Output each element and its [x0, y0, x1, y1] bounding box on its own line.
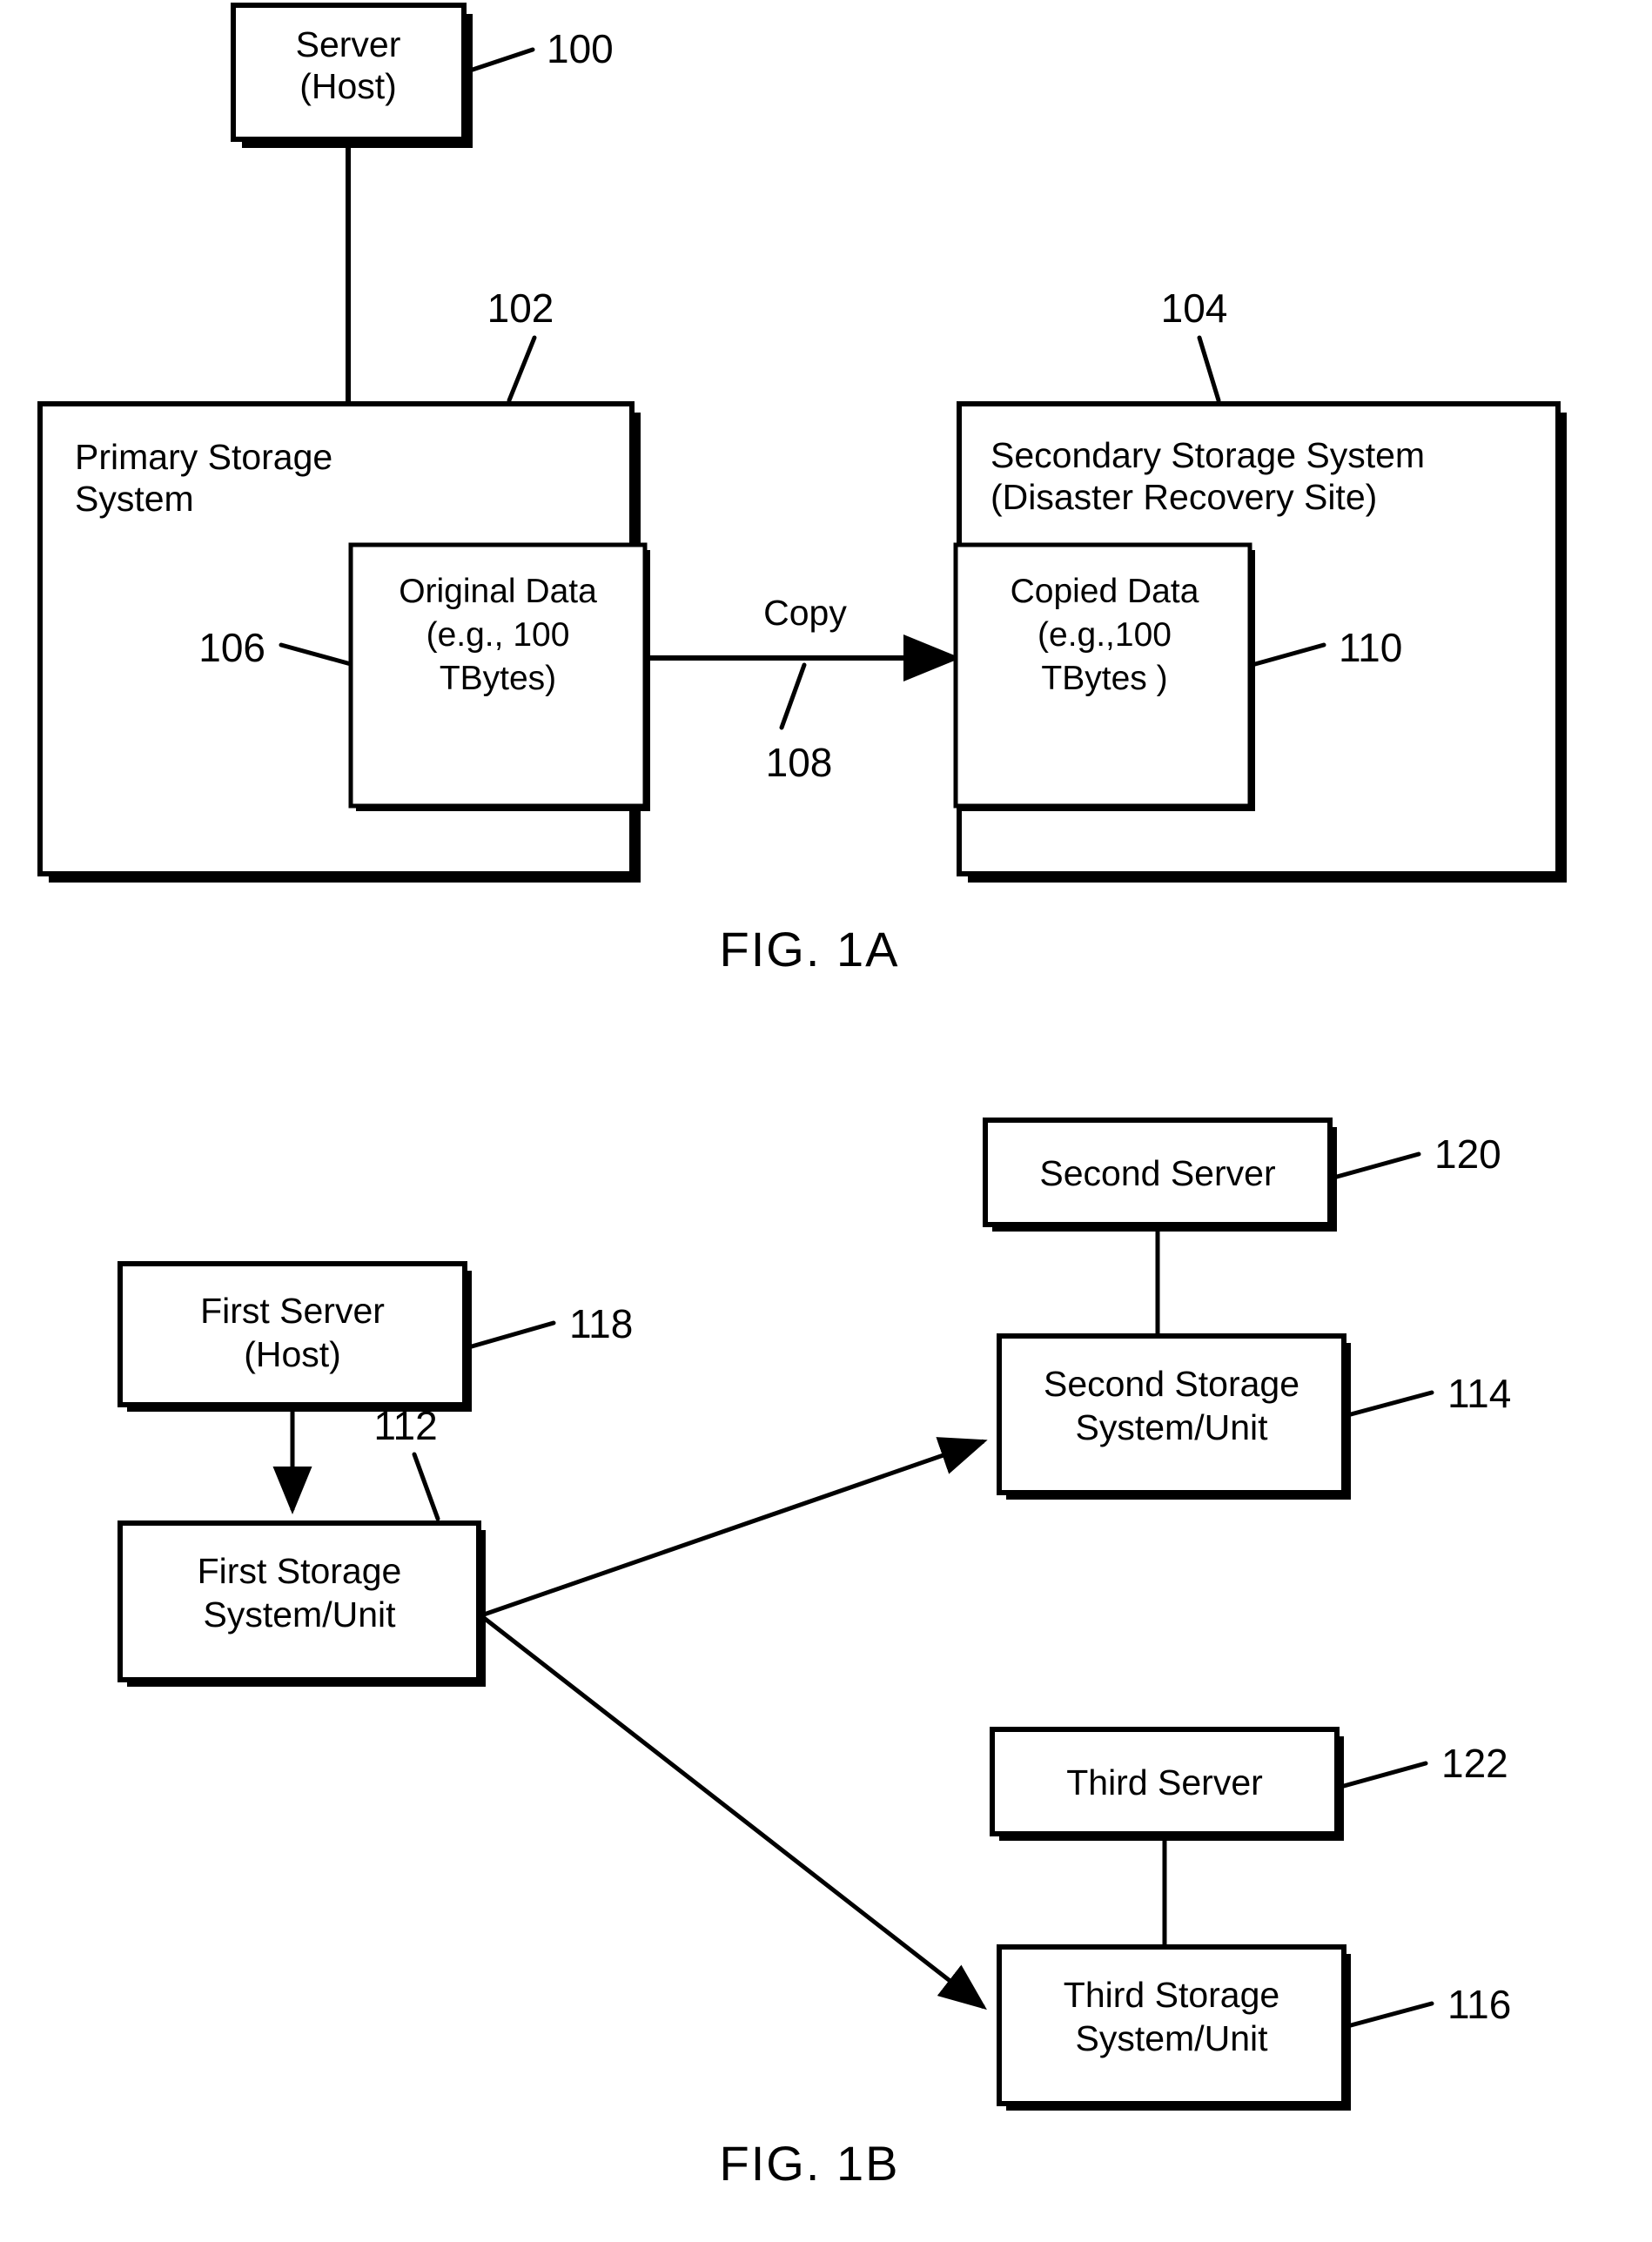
connector-first-to-second-storage: [483, 1437, 988, 1617]
ref-number-112: 112: [373, 1403, 437, 1448]
node-copied-data-line2: (e.g.,100: [1038, 616, 1172, 654]
node-second-storage-line1: Second Storage: [1044, 1364, 1299, 1404]
node-third-storage-line2: System/Unit: [1076, 2018, 1269, 2058]
leader-line-112: [412, 1452, 440, 1521]
node-copied-data-line1: Copied Data: [1011, 573, 1199, 610]
ref-number-110: 110: [1339, 625, 1402, 670]
node-third-server[interactable]: Third Server: [990, 1727, 1344, 1841]
node-second-storage-line2: System/Unit: [1076, 1407, 1269, 1447]
ref-number-104: 104: [1161, 285, 1228, 331]
node-second-server-line1: Second Server: [1039, 1153, 1275, 1193]
node-server-host-line1: Server: [296, 24, 401, 64]
edge-copy-arrow: Copy 108: [645, 593, 961, 785]
node-first-storage-line1: First Storage: [198, 1551, 402, 1591]
leader-line-122: [1341, 1761, 1428, 1789]
node-first-storage[interactable]: First Storage System/Unit: [118, 1520, 486, 1687]
node-copied-data-line3: TBytes ): [1041, 660, 1167, 697]
ref-number-100: 100: [547, 26, 614, 71]
leader-line-116: [1348, 2001, 1434, 2028]
node-original-data-line3: TBytes): [440, 660, 556, 697]
copy-arrow-label: Copy: [763, 593, 847, 633]
leader-line-100: [465, 47, 535, 74]
node-first-server-line1: First Server: [200, 1291, 385, 1331]
node-secondary-line1: Secondary Storage System: [991, 435, 1425, 475]
node-server-host-line2: (Host): [299, 66, 397, 106]
figure-canvas: Server (Host) 100 Primary Storage System…: [37, 3, 1567, 2191]
node-primary-line1: Primary Storage: [75, 437, 332, 477]
figure-caption-1b: FIG. 1B: [720, 2136, 900, 2191]
node-original-data-line1: Original Data: [399, 573, 597, 610]
leader-line-108: [779, 662, 807, 730]
ref-number-114: 114: [1447, 1371, 1511, 1416]
figure-1a: Server (Host) 100 Primary Storage System…: [37, 3, 1567, 977]
node-third-storage-line1: Third Storage: [1064, 1975, 1279, 2015]
leader-line-118: [469, 1320, 556, 1349]
figure-1b: Second Server 120 Second Storage System/…: [118, 1118, 1511, 2191]
ref-number-122: 122: [1441, 1741, 1508, 1786]
ref-number-120: 120: [1434, 1131, 1501, 1177]
node-copied-data[interactable]: Copied Data (e.g.,100 TBytes ): [953, 542, 1255, 811]
node-first-storage-line2: System/Unit: [204, 1594, 397, 1635]
node-secondary-line2: (Disaster Recovery Site): [991, 477, 1377, 517]
ref-number-108: 108: [766, 740, 833, 785]
node-first-server-line2: (Host): [244, 1334, 341, 1374]
patent-figure-sheet: Server (Host) 100 Primary Storage System…: [0, 0, 1652, 2242]
ref-number-106: 106: [198, 625, 265, 670]
node-server-host[interactable]: Server (Host): [231, 3, 473, 148]
connector-first-to-third-storage: [482, 1616, 987, 2010]
ref-number-118: 118: [569, 1301, 633, 1346]
leader-line-114: [1348, 1390, 1434, 1417]
ref-number-102: 102: [487, 285, 554, 331]
leader-line-104: [1197, 335, 1221, 403]
node-second-storage[interactable]: Second Storage System/Unit: [997, 1333, 1351, 1500]
node-primary-line2: System: [75, 479, 194, 519]
ref-number-116: 116: [1447, 1982, 1511, 2027]
node-third-storage[interactable]: Third Storage System/Unit: [997, 1944, 1351, 2111]
node-first-server[interactable]: First Server (Host): [118, 1261, 472, 1412]
node-original-data-line2: (e.g., 100: [426, 616, 570, 654]
leader-line-102: [507, 335, 537, 403]
figure-caption-1a: FIG. 1A: [720, 922, 900, 977]
node-third-server-line1: Third Server: [1066, 1762, 1263, 1802]
node-original-data[interactable]: Original Data (e.g., 100 TBytes): [348, 542, 650, 811]
leader-line-120: [1334, 1151, 1421, 1179]
node-second-server[interactable]: Second Server: [983, 1118, 1337, 1232]
